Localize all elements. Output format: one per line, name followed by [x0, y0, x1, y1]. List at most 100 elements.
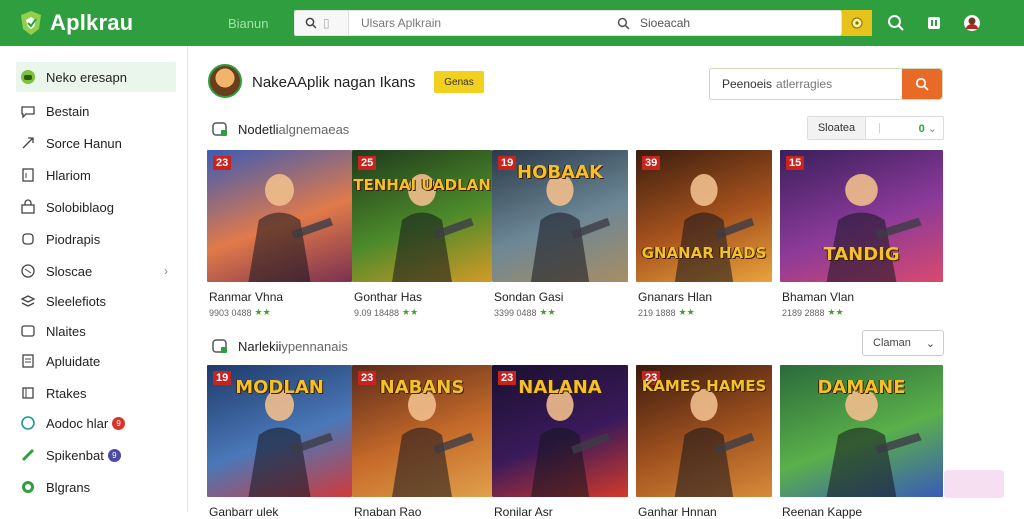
search-toggle-button[interactable] [886, 13, 906, 33]
sidebar-item[interactable]: Nlaites [16, 316, 176, 346]
logo-icon [18, 10, 44, 36]
rank-badge: 25 [358, 156, 377, 170]
profile-button[interactable] [962, 13, 982, 33]
pencil-icon [20, 447, 36, 463]
sidebar-item[interactable]: Sorce Hanun [16, 128, 176, 158]
avatar[interactable] [208, 64, 242, 98]
sort-filter[interactable]: Sloatea | 0 ⌄ [807, 116, 944, 140]
app-logo[interactable]: Aplkrau [18, 10, 208, 36]
game-thumbnail[interactable]: 25 TENHAI UADLAN [352, 150, 492, 282]
notification-badge: 9 [107, 448, 121, 462]
sidebar-item-label: Sloscae [46, 263, 93, 279]
sidebar-item[interactable]: Apluidate [16, 346, 176, 376]
game-thumbnail[interactable]: 39 GNANAR HADS [636, 150, 772, 282]
content-search[interactable]: Peenoeis atlerragies [709, 68, 943, 100]
profile-icon [964, 15, 980, 31]
rank-badge: 39 [642, 156, 661, 170]
search-input[interactable] [349, 11, 617, 35]
game-title[interactable]: Ronilar Asr [494, 505, 628, 519]
genre-badge[interactable]: Genas [434, 71, 484, 93]
sidebar-item[interactable]: Aodoc hlar 9 [16, 408, 176, 438]
tag-icon [20, 263, 36, 279]
game-thumbnail[interactable]: 23 KAMES HAMES [636, 365, 772, 497]
search-icon [915, 77, 929, 91]
game-title[interactable]: Reenan Kappe [782, 505, 943, 519]
top-label[interactable]: Bianun [228, 16, 286, 31]
game-thumbnail[interactable]: 23 [207, 150, 352, 282]
sort-filter-label[interactable]: Sloatea [808, 117, 866, 139]
game-logo-text: TENHAI UADLAN [353, 176, 491, 194]
chat-icon [20, 103, 36, 119]
game-title[interactable]: Sondan Gasi [494, 290, 628, 304]
sidebar-item[interactable]: Bestain [16, 96, 176, 126]
clipboard-icon [20, 167, 36, 183]
game-stats: 3399 0488 [494, 307, 537, 318]
sidebar-item[interactable]: Spikenbat 9 [16, 440, 176, 470]
game-logo-text: DAMANE [817, 377, 906, 398]
sidebar-item-label: Blgrans [46, 479, 91, 495]
section-icon [212, 339, 227, 353]
floating-action-button[interactable] [944, 470, 1004, 498]
game-title[interactable]: Gnanars Hlan [638, 290, 772, 304]
content-search-button[interactable] [902, 69, 942, 99]
game-thumbnail[interactable]: 19 MODLAN [207, 365, 352, 497]
game-title[interactable]: Gonthar Has [354, 290, 492, 304]
game-thumbnail[interactable]: 19 HOBAAK [492, 150, 628, 282]
search-button[interactable] [842, 10, 872, 36]
sidebar-item[interactable]: Sleelefiots [16, 286, 176, 316]
content-search-text: Peenoeis atlerragies [722, 77, 833, 91]
game-logo-text: NABANS [379, 377, 465, 398]
sidebar-item[interactable]: Rtakes [16, 378, 176, 408]
search-icon [305, 17, 317, 29]
game-thumbnail[interactable]: 23 NABANS [352, 365, 492, 497]
game-card[interactable]: 15 TANDIG Bhaman Vlan 2189 2888 ★★ [780, 150, 943, 318]
chip-icon [20, 231, 36, 247]
app-name: Aplkrau [50, 10, 134, 35]
cursor-icon [20, 135, 36, 151]
section-icon [212, 122, 227, 136]
game-card[interactable]: DAMANE Reenan Kappe [780, 365, 943, 519]
rating-stars-icon: ★★ [539, 307, 556, 317]
game-card[interactable]: 23 KAMES HAMES Ganhar Hnnan [636, 365, 772, 519]
chevron-right-icon[interactable]: › [164, 264, 168, 278]
game-card[interactable]: 23 NALANA Ronilar Asr [492, 365, 628, 519]
search-scope[interactable]: ▯ [295, 11, 349, 35]
game-thumbnail[interactable]: 23 NALANA [492, 365, 628, 497]
game-card[interactable]: 39 GNANAR HADS Gnanars Hlan 219 1888 ★★ [636, 150, 772, 318]
game-logo-text: NALANA [518, 377, 602, 398]
sidebar-item[interactable]: Blgrans [16, 472, 176, 502]
sidebar-item[interactable]: Hlariom [16, 160, 176, 190]
game-title[interactable]: Ganhar Hnnan [638, 505, 772, 519]
game-card[interactable]: 23 NABANS Rnaban Rao [352, 365, 492, 519]
sidebar-item-label: Neko eresapn [46, 69, 127, 85]
sidebar-item[interactable]: Piodrapis [16, 224, 176, 254]
game-card[interactable]: 19 HOBAAK Sondan Gasi 3399 0488 ★★ [492, 150, 628, 318]
sidebar-item[interactable]: Neko eresapn [16, 62, 176, 92]
game-title[interactable]: Ganbarr ulek [209, 505, 352, 519]
rating-stars-icon: ★★ [827, 307, 844, 317]
game-thumbnail[interactable]: 15 TANDIG [780, 150, 943, 282]
game-title[interactable]: Rnaban Rao [354, 505, 492, 519]
sort-filter-value[interactable]: | 0 ⌄ [866, 122, 943, 135]
game-logo-text: KAMES HAMES [641, 377, 767, 395]
game-title[interactable]: Ranmar Vhna [209, 290, 352, 304]
category-dropdown[interactable]: Claman ⌄ [862, 330, 944, 356]
sidebar-item-label: Hlariom [46, 167, 91, 183]
sidebar-item-label: Solobiblaog [46, 199, 114, 215]
sidebar-item-label: Aodoc hlar [46, 415, 109, 431]
sidebar-item-label: Piodrapis [46, 231, 101, 247]
game-card[interactable]: 19 MODLAN Ganbarr ulek [207, 365, 352, 519]
rank-badge: 15 [786, 156, 805, 170]
sidebar-item[interactable]: Sloscae › [16, 256, 176, 286]
sidebar-item[interactable]: Solobiblaog [16, 192, 176, 222]
game-thumbnail[interactable]: DAMANE [780, 365, 943, 497]
search-secondary[interactable]: Sioeacah [617, 11, 841, 35]
game-title[interactable]: Bhaman Vlan [782, 290, 943, 304]
sidebar-item-label: Nlaites [46, 323, 86, 339]
apps-button[interactable] [924, 13, 944, 33]
search-icon [888, 15, 904, 31]
game-card[interactable]: 23 Ranmar Vhna 9903 0488 ★★ [207, 150, 352, 318]
game-meta: 9903 0488 ★★ [209, 307, 352, 318]
game-logo-text: HOBAAK [517, 162, 603, 183]
game-card[interactable]: 25 TENHAI UADLAN Gonthar Has 9.09 18488 ★★ [352, 150, 492, 318]
